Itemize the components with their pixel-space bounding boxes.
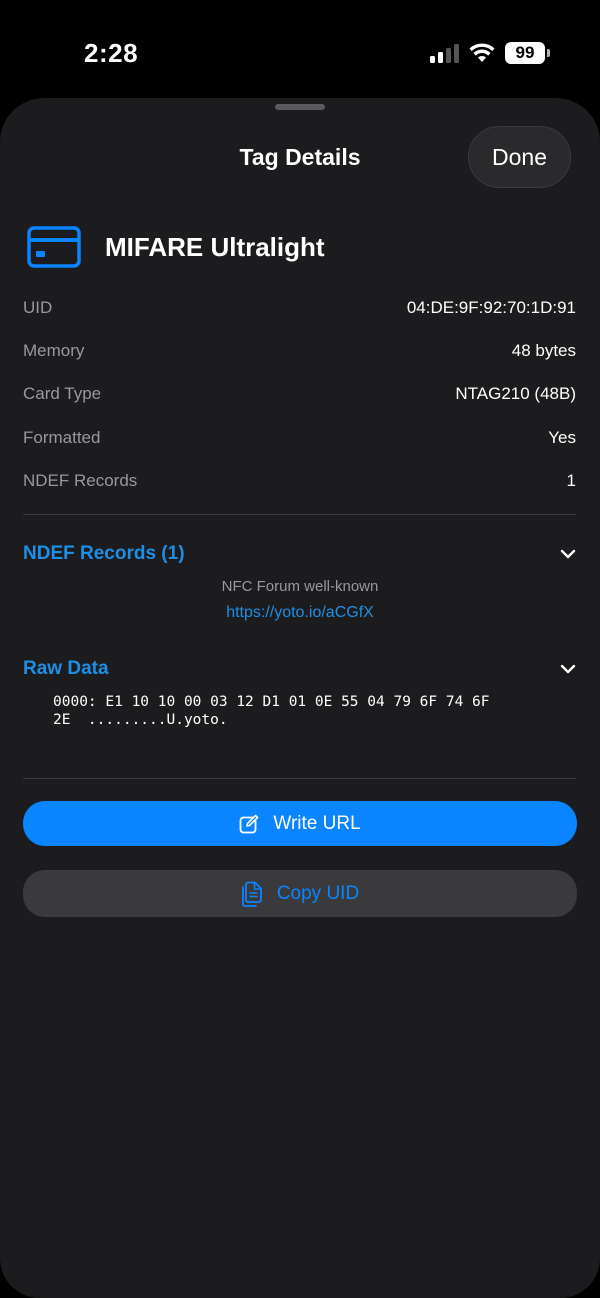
info-label: Memory — [23, 340, 85, 360]
info-value: 48 bytes — [511, 340, 576, 360]
info-label: NDEF Records — [23, 470, 138, 490]
info-value: 1 — [566, 470, 576, 490]
info-row-ndef-records: NDEF Records 1 — [23, 459, 576, 502]
battery-level: 99 — [505, 42, 545, 64]
chevron-down-icon[interactable] — [560, 664, 576, 674]
raw-data-line: 2E .........U.yoto. — [53, 712, 228, 728]
tag-info-table: UID 04:DE:9F:92:70:1D:91 Memory 48 bytes… — [23, 286, 576, 502]
sheet-grabber[interactable] — [275, 104, 325, 110]
tag-name: MIFARE Ultralight — [105, 231, 325, 262]
divider — [23, 778, 576, 779]
copy-icon — [241, 881, 262, 907]
chevron-down-icon[interactable] — [560, 549, 576, 559]
done-button[interactable]: Done — [468, 126, 571, 188]
info-label: Formatted — [23, 427, 101, 447]
ndef-section-title: NDEF Records (1) — [23, 543, 185, 564]
status-icons: 99 — [430, 42, 550, 64]
wifi-icon — [469, 43, 495, 62]
tag-details-sheet: Tag Details Done MIFARE Ultralight UID 0… — [0, 98, 600, 1298]
ndef-record-url[interactable]: https://yoto.io/aCGfX — [0, 604, 600, 622]
info-value: Yes — [548, 427, 576, 447]
info-row-card-type: Card Type NTAG210 (48B) — [23, 373, 576, 416]
write-url-button[interactable]: Write URL — [23, 801, 577, 846]
raw-data-dump: 0000: E1 10 10 00 03 12 D1 01 0E 55 04 7… — [53, 693, 553, 729]
divider — [23, 514, 576, 515]
raw-data-line: 0000: E1 10 10 00 03 12 D1 01 0E 55 04 7… — [53, 694, 490, 710]
battery-icon: 99 — [505, 42, 550, 64]
copy-uid-button[interactable]: Copy UID — [23, 870, 577, 917]
edit-icon — [239, 814, 259, 833]
signal-icon — [430, 43, 459, 63]
ndef-section-header[interactable]: NDEF Records (1) — [23, 543, 576, 565]
ndef-record-type: NFC Forum well-known — [221, 578, 379, 595]
raw-data-section-title: Raw Data — [23, 658, 109, 679]
tag-header: MIFARE Ultralight — [27, 226, 325, 268]
info-label: Card Type — [23, 384, 102, 404]
write-url-label: Write URL — [273, 812, 361, 834]
status-bar: 2:28 99 — [0, 0, 600, 96]
card-icon — [27, 226, 81, 268]
info-row-uid: UID 04:DE:9F:92:70:1D:91 — [23, 286, 576, 329]
info-row-memory: Memory 48 bytes — [23, 329, 576, 372]
info-row-formatted: Formatted Yes — [23, 416, 576, 459]
info-value: NTAG210 (48B) — [455, 384, 576, 404]
info-label: UID — [23, 297, 53, 317]
copy-uid-label: Copy UID — [276, 882, 360, 904]
status-time: 2:28 — [84, 38, 139, 68]
raw-data-section-header[interactable]: Raw Data — [23, 658, 576, 680]
info-value: 04:DE:9F:92:70:1D:91 — [406, 297, 576, 317]
